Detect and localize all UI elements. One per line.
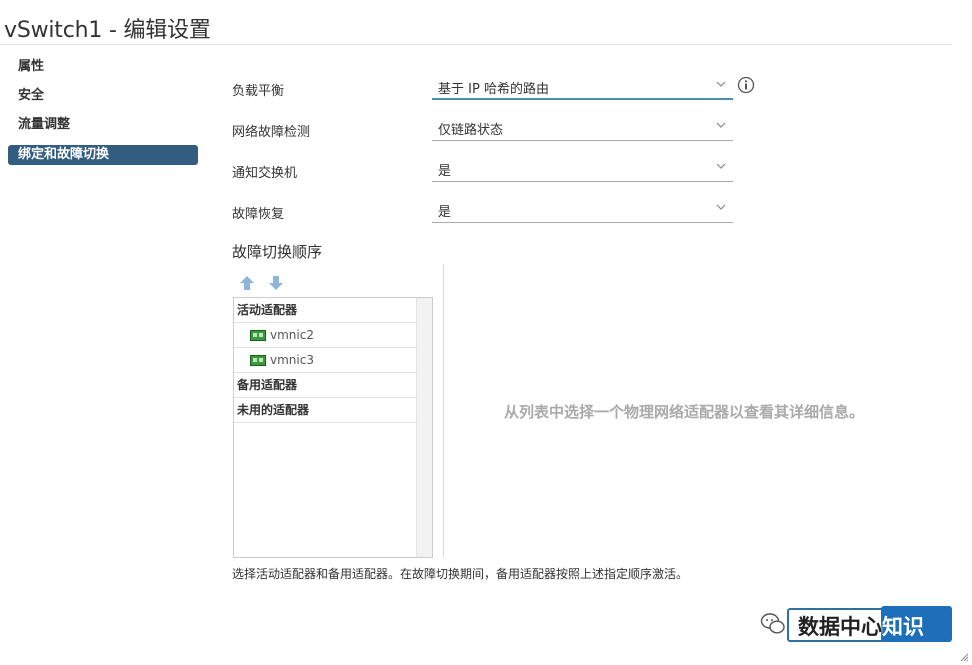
list-item[interactable]: vmnic2 xyxy=(234,323,417,348)
chevron-down-icon xyxy=(716,163,726,169)
failback-label: 故障恢复 xyxy=(232,207,285,222)
list-item[interactable]: vmnic3 xyxy=(234,348,417,373)
notify-switches-row: 通知交换机 是 xyxy=(232,154,752,184)
chevron-down-icon xyxy=(716,81,726,87)
info-icon[interactable] xyxy=(737,76,755,94)
failback-select[interactable]: 是 xyxy=(432,195,733,223)
network-card-icon xyxy=(250,330,266,341)
chevron-down-icon xyxy=(716,122,726,128)
standby-adapters-group[interactable]: 备用适配器 xyxy=(234,373,417,398)
wechat-icon xyxy=(760,613,785,634)
notify-switches-label: 通知交换机 xyxy=(232,166,298,181)
network-card-icon xyxy=(250,355,266,366)
sidebar-item-security[interactable]: 安全 xyxy=(8,85,198,114)
failure-detection-value: 仅链路状态 xyxy=(438,123,504,138)
sidebar-nav: 属性 安全 流量调整 绑定和故障切换 xyxy=(8,56,198,165)
resize-grip-icon[interactable] xyxy=(959,652,969,662)
sidebar-item-teaming-failover[interactable]: 绑定和故障切换 xyxy=(8,145,198,165)
load-balancing-row: 负载平衡 基于 IP 哈希的路由 xyxy=(232,72,755,102)
failback-value: 是 xyxy=(438,205,452,220)
load-balancing-value: 基于 IP 哈希的路由 xyxy=(438,82,549,97)
failover-order-title: 故障切换顺序 xyxy=(232,243,323,261)
adapter-detail-placeholder: 从列表中选择一个物理网络适配器以查看其详细信息。 xyxy=(504,403,865,421)
failback-row: 故障恢复 是 xyxy=(232,195,752,225)
panel-divider xyxy=(443,264,444,558)
load-balancing-select[interactable]: 基于 IP 哈希的路由 xyxy=(432,72,733,100)
adapter-list[interactable]: 活动适配器 vmnic2 vmnic3 备用适配器 未用的适配器 xyxy=(233,297,433,558)
notify-switches-value: 是 xyxy=(438,164,452,179)
list-scrollbar[interactable] xyxy=(416,298,432,557)
notify-switches-select[interactable]: 是 xyxy=(432,154,733,182)
sidebar-item-traffic-shaping[interactable]: 流量调整 xyxy=(8,114,198,143)
arrow-down-icon[interactable] xyxy=(267,274,285,292)
load-balancing-label: 负载平衡 xyxy=(232,84,285,99)
sidebar-item-properties[interactable]: 属性 xyxy=(8,56,198,85)
adapter-name: vmnic2 xyxy=(270,328,314,342)
watermark-text-part1: 数据中心 xyxy=(798,615,882,639)
title-divider xyxy=(0,44,952,45)
chevron-down-icon xyxy=(716,204,726,210)
failure-detection-label: 网络故障检测 xyxy=(232,125,311,140)
active-adapters-group[interactable]: 活动适配器 xyxy=(234,298,417,323)
unused-adapters-group[interactable]: 未用的适配器 xyxy=(234,398,417,423)
watermark-text-part2: 知识 xyxy=(882,615,924,639)
watermark-text: 数据中心知识 xyxy=(798,611,924,641)
reorder-controls xyxy=(238,274,298,294)
page-title: vSwitch1 - 编辑设置 xyxy=(4,18,211,43)
adapter-name: vmnic3 xyxy=(270,353,314,367)
arrow-up-icon[interactable] xyxy=(238,274,256,292)
failover-footnote: 选择活动适配器和备用适配器。在故障切换期间，备用适配器按照上述指定顺序激活。 xyxy=(232,567,689,581)
failure-detection-row: 网络故障检测 仅链路状态 xyxy=(232,113,752,143)
failure-detection-select[interactable]: 仅链路状态 xyxy=(432,113,733,141)
watermark-logo: 数据中心知识 xyxy=(760,606,952,642)
